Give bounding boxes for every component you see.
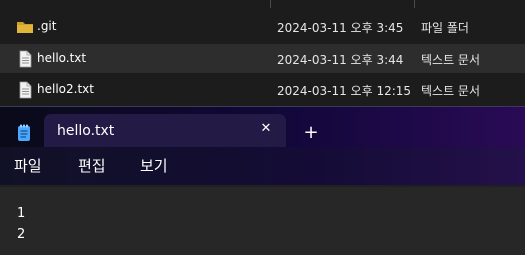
column-separator[interactable] bbox=[270, 0, 271, 8]
menu-view[interactable]: 보기 bbox=[140, 155, 168, 176]
file-row-git[interactable]: .git 2024-03-11 오후 3:45 파일 폴더 bbox=[0, 12, 525, 41]
title-bar[interactable]: hello.txt ✕ + bbox=[0, 107, 525, 147]
menu-bar: 파일 편집 보기 bbox=[0, 147, 525, 185]
file-name: hello2.txt bbox=[37, 82, 94, 96]
close-icon[interactable]: ✕ bbox=[255, 118, 277, 140]
file-date: 2024-03-11 오후 3:44 bbox=[277, 53, 404, 67]
new-tab-button[interactable]: + bbox=[299, 122, 323, 144]
notepad-window: hello.txt ✕ + 파일 편집 보기 1 2 bbox=[0, 106, 525, 255]
file-type: 파일 폴더 bbox=[421, 21, 469, 35]
file-date: 2024-03-11 오후 3:45 bbox=[277, 21, 404, 35]
tab-hello-txt[interactable]: hello.txt ✕ bbox=[44, 114, 286, 147]
text-editor[interactable]: 1 2 bbox=[0, 187, 525, 255]
file-date: 2024-03-11 오후 12:15 bbox=[277, 84, 412, 98]
file-explorer-list: .git 2024-03-11 오후 3:45 파일 폴더 hello.txt … bbox=[0, 0, 525, 104]
text-line: 2 bbox=[17, 227, 26, 242]
file-row-hello2[interactable]: hello2.txt 2024-03-11 오후 12:15 텍스트 문서 bbox=[0, 75, 525, 104]
notepad-icon bbox=[16, 124, 32, 142]
text-line: 1 bbox=[17, 206, 26, 221]
menu-edit[interactable]: 편집 bbox=[78, 155, 106, 176]
file-type: 텍스트 문서 bbox=[421, 84, 481, 98]
menu-file[interactable]: 파일 bbox=[14, 155, 42, 176]
column-separator[interactable] bbox=[414, 0, 415, 8]
file-type: 텍스트 문서 bbox=[421, 53, 481, 67]
text-file-icon bbox=[16, 50, 34, 68]
folder-icon bbox=[16, 18, 34, 36]
file-name: hello.txt bbox=[37, 51, 87, 65]
file-name: .git bbox=[37, 19, 57, 33]
tab-title: hello.txt bbox=[57, 123, 115, 139]
text-file-icon bbox=[16, 81, 34, 99]
file-row-hello[interactable]: hello.txt 2024-03-11 오후 3:44 텍스트 문서 bbox=[0, 44, 525, 73]
